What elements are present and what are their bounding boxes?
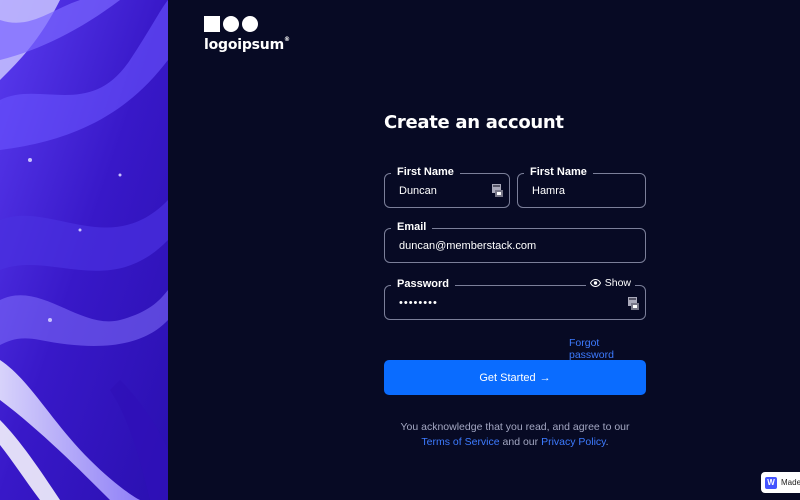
terms-suffix: . <box>605 436 609 448</box>
first-name-value[interactable]: Duncan <box>399 185 437 197</box>
signup-form: Create an account First Name Duncan Firs… <box>384 112 646 448</box>
email-field[interactable]: Email duncan@memberstack.com <box>384 221 646 263</box>
email-label: Email <box>391 221 433 233</box>
first-name-label: First Name <box>391 166 460 178</box>
get-started-label: Get Started <box>479 371 536 384</box>
hero-image <box>0 0 168 500</box>
first-name-field[interactable]: First Name Duncan <box>384 166 510 208</box>
email-value[interactable]: duncan@memberstack.com <box>399 240 536 252</box>
terms-text: You acknowledge that you read, and agree… <box>384 420 646 450</box>
forgot-password-link[interactable]: Forgot password <box>569 337 646 361</box>
privacy-policy-link[interactable]: Privacy Policy <box>541 436 606 448</box>
badge-label: Made <box>781 478 800 487</box>
last-name-field[interactable]: First Name Hamra <box>517 166 646 208</box>
page-title: Create an account <box>384 112 564 133</box>
get-started-button[interactable]: Get Started → <box>384 360 646 395</box>
last-name-label: First Name <box>524 166 593 178</box>
password-field[interactable]: Password Show •••••••• <box>384 277 646 320</box>
logo-mark-icon <box>204 16 290 32</box>
terms-of-service-link[interactable]: Terms of Service <box>421 436 499 448</box>
password-label: Password <box>391 278 455 290</box>
show-label: Show <box>604 277 631 289</box>
arrow-right-icon: → <box>539 371 551 384</box>
webflow-icon: W <box>765 476 777 489</box>
main-panel: logoipsum® Create an account First Name … <box>168 0 800 500</box>
keychain-icon[interactable] <box>492 184 503 197</box>
eye-icon <box>589 279 601 287</box>
last-name-value[interactable]: Hamra <box>532 185 565 197</box>
logo-wordmark: logoipsum® <box>204 36 290 53</box>
made-in-webflow-badge[interactable]: W Made <box>761 472 800 493</box>
show-password-toggle[interactable]: Show <box>585 277 635 289</box>
terms-and-our: and our <box>502 436 539 448</box>
password-value[interactable]: •••••••• <box>399 297 438 309</box>
keychain-icon[interactable] <box>628 297 639 310</box>
brand-logo[interactable]: logoipsum® <box>204 16 290 53</box>
terms-prefix: You acknowledge that you read, and agree… <box>400 421 630 433</box>
